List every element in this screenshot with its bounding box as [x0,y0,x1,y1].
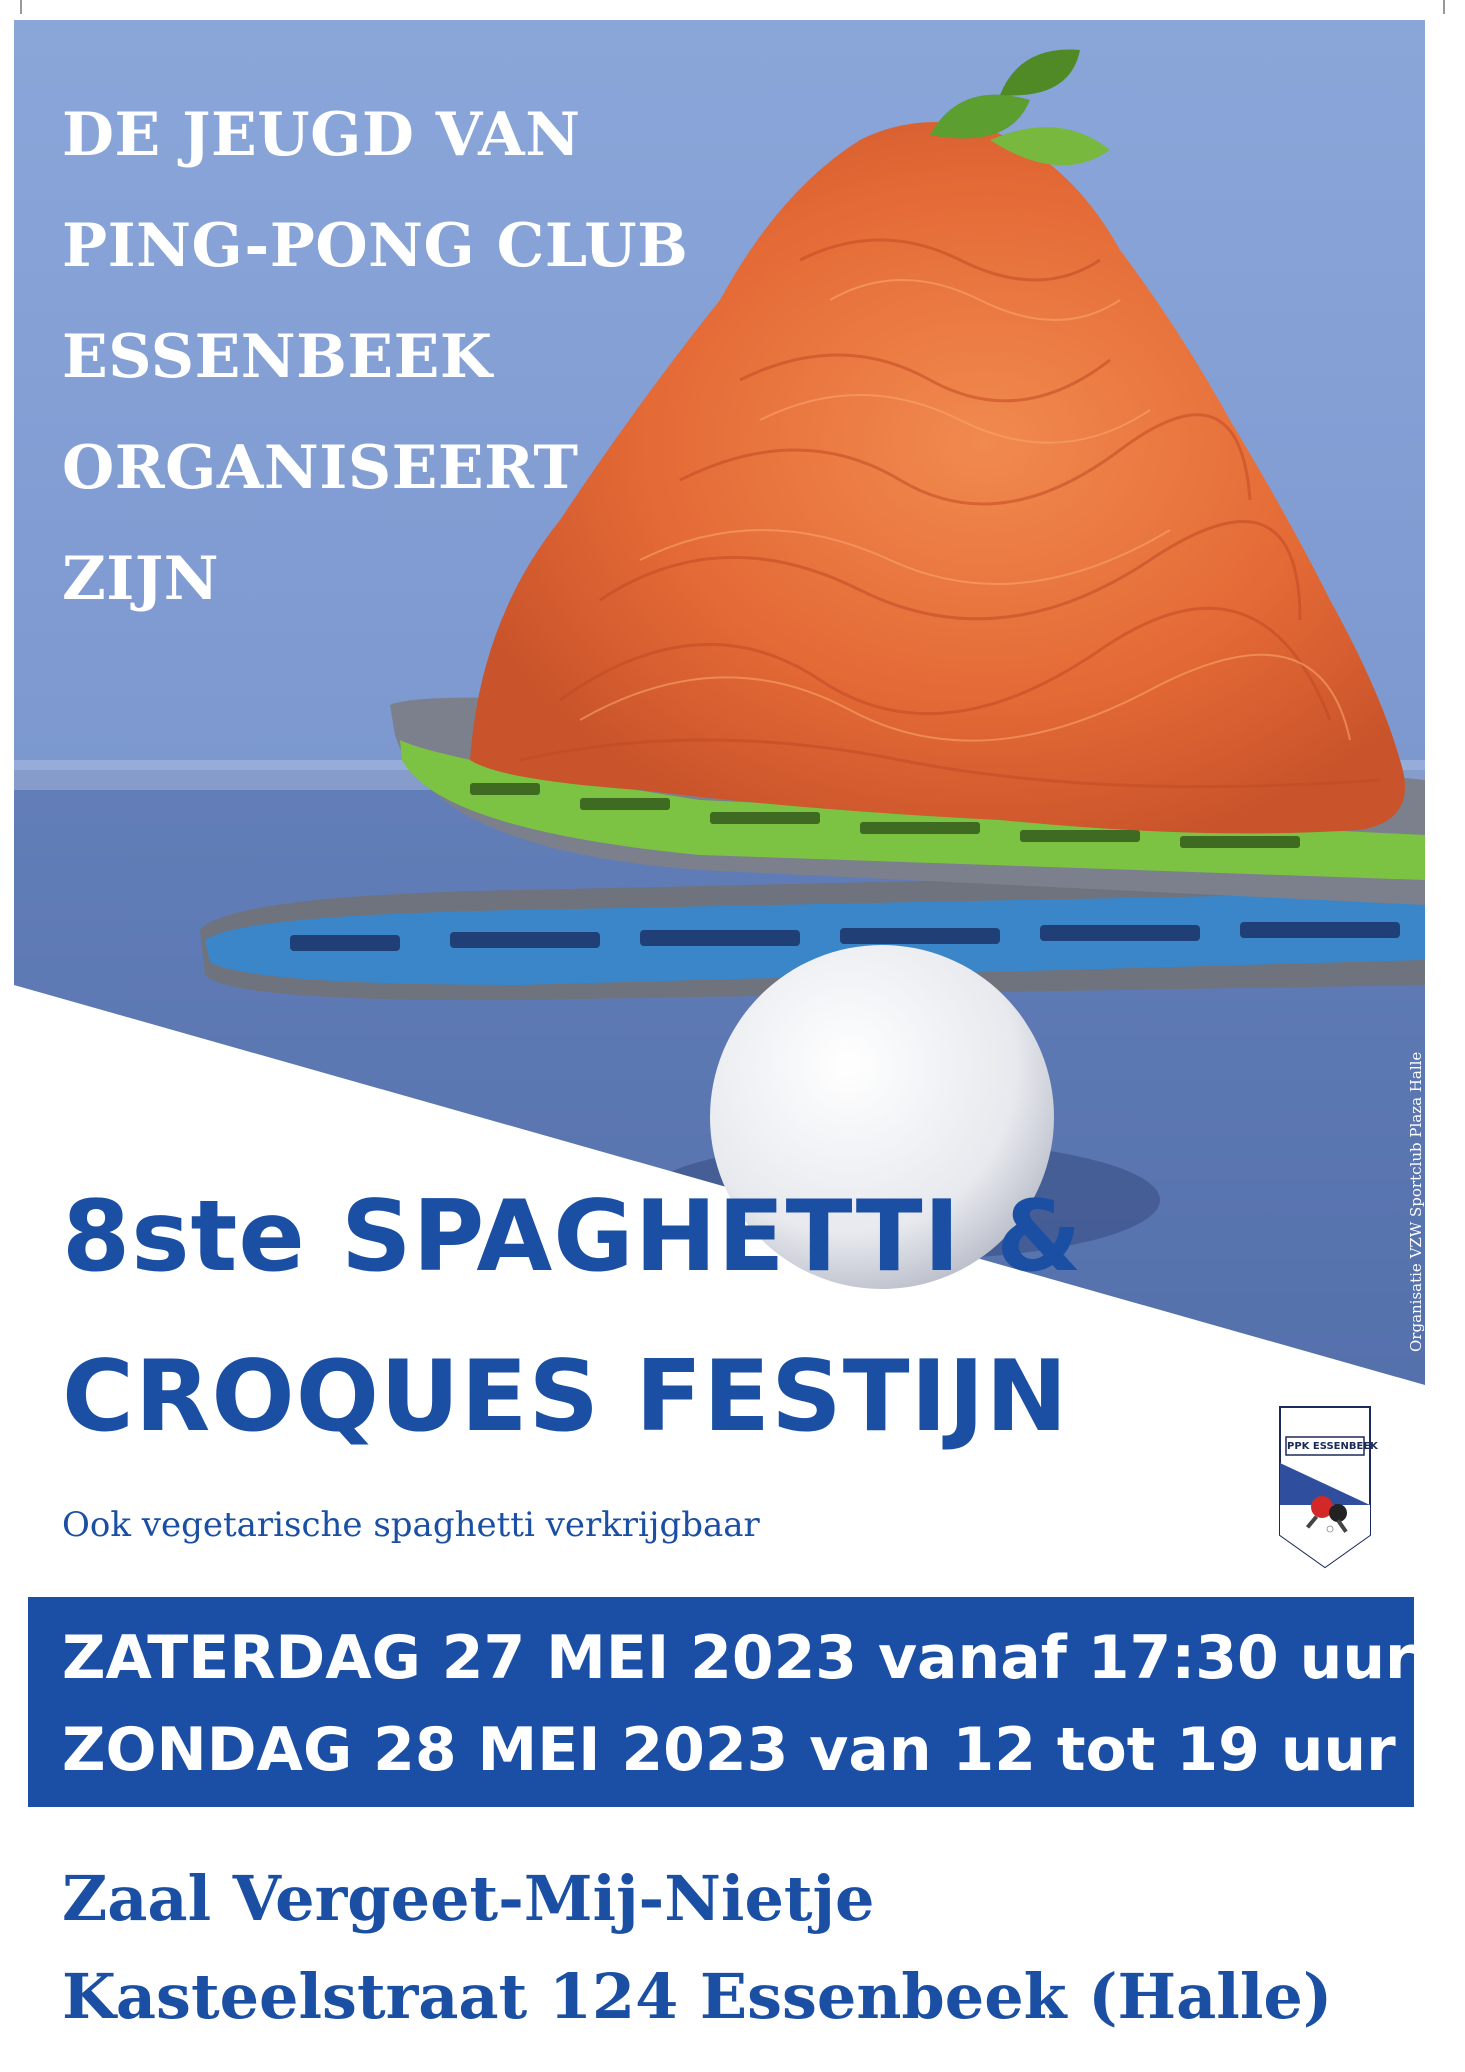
intro-line: ORGANISEERT [62,433,579,503]
intro-line: PING-PONG CLUB [62,211,689,281]
vegetarian-note: Ook vegetarische spaghetti verkrijgbaar [62,1505,760,1545]
club-logo [1279,1406,1371,1569]
credits-vu: VU: Patrick Tordeurs [1429,1192,1447,1352]
intro-line: ZIJN [62,544,220,614]
event-title-line-2: CROQUES FESTIJN [62,1340,1069,1454]
poster: DE JEUGD VAN PING-PONG CLUB ESSENBEEK OR… [0,0,1465,2072]
credits-organisation: Organisatie VZW Sportclub Plaza Halle [1407,1051,1425,1352]
intro-heading: DE JEUGD VAN PING-PONG CLUB ESSENBEEK OR… [62,80,688,635]
intro-line: ESSENBEEK [62,322,493,392]
credits: Organisatie VZW Sportclub Plaza Halle VU… [1405,1052,1449,1352]
venue-address: Kasteelstraat 124 Essenbeek (Halle) [62,1960,1333,2033]
venue-name: Zaal Vergeet-Mij-Nietje [62,1862,875,1935]
date-saturday: ZATERDAG 27 MEI 2023 vanaf 17:30 uur [62,1623,1415,1693]
date-sunday: ZONDAG 28 MEI 2023 van 12 tot 19 uur [62,1715,1396,1785]
logo-text: PPK ESSENBEEK [1287,1441,1378,1452]
date-banner: ZATERDAG 27 MEI 2023 vanaf 17:30 uur ZON… [28,1597,1415,1807]
event-title-line-1: 8ste SPAGHETTI & [62,1180,1083,1294]
intro-line: DE JEUGD VAN [62,100,581,170]
